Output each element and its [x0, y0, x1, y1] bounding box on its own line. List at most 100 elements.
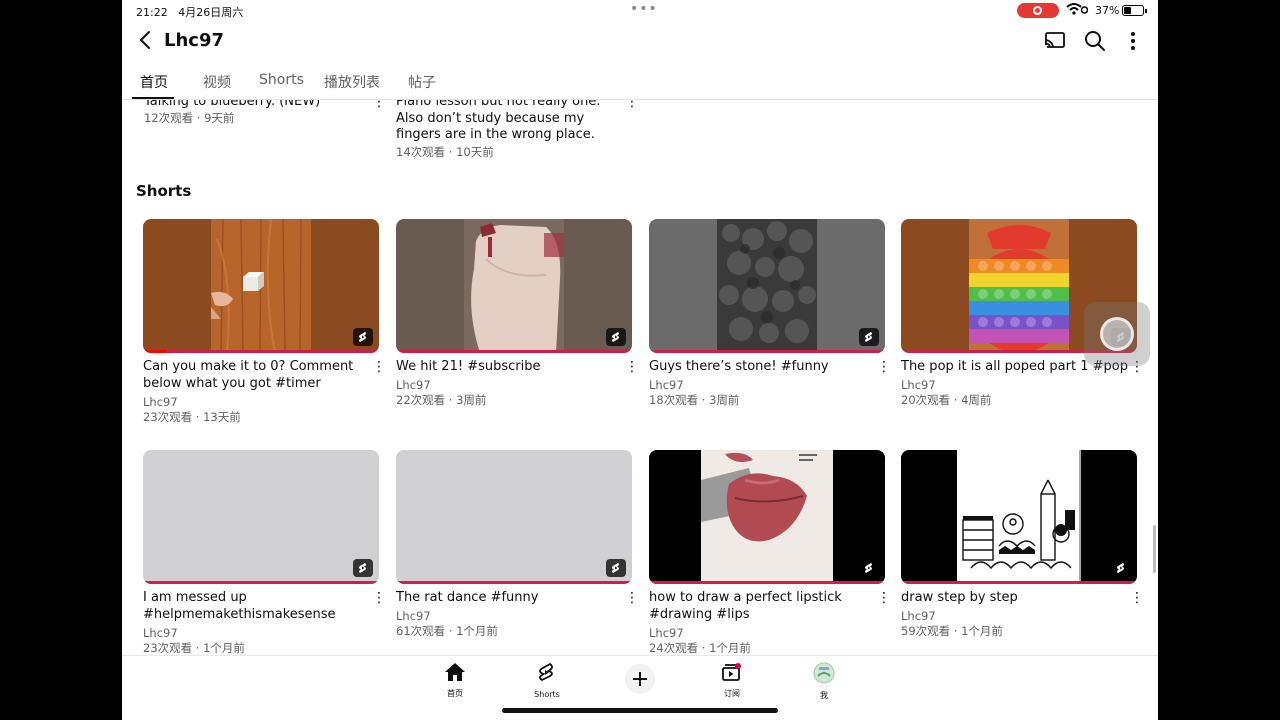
video-title[interactable]: Piano lesson but not really one. Also do…: [396, 100, 600, 144]
channel-header: Lhc97: [122, 22, 1158, 62]
nav-label: 我: [820, 691, 828, 700]
channel-tabs: 首页 视频 Shorts 播放列表 帖子: [122, 62, 1158, 100]
short-title[interactable]: draw step by step: [901, 590, 1018, 607]
thumbnail-image: [717, 219, 817, 353]
watch-progress-bar: [649, 581, 885, 584]
shorts-badge-icon: [859, 328, 879, 346]
title-line: Can you make it to 0? Comment: [143, 359, 354, 374]
watch-progress-bar: [143, 581, 379, 584]
short-more-button[interactable]: ⋮: [625, 590, 639, 606]
short-channel[interactable]: Lhc97: [649, 626, 684, 641]
short-more-button[interactable]: ⋮: [372, 590, 386, 606]
screen-record-icon: [1017, 3, 1059, 18]
short-thumbnail[interactable]: [143, 450, 379, 584]
tab-shorts[interactable]: Shorts: [259, 72, 304, 88]
shorts-badge-icon: [606, 559, 626, 577]
short-thumbnail[interactable]: [649, 219, 885, 353]
title-line: how to draw a perfect lipstick: [649, 590, 842, 605]
short-channel[interactable]: Lhc97: [143, 626, 178, 641]
short-more-button[interactable]: ⋮: [372, 359, 386, 375]
short-title[interactable]: Guys there’s stone! #funny: [649, 359, 829, 376]
status-time-date: 21:22 4月26日周六: [136, 6, 244, 19]
short-title[interactable]: The rat dance #funny: [396, 590, 538, 607]
shorts-badge-icon: [1111, 559, 1131, 577]
nav-label: Shorts: [534, 690, 560, 699]
watch-progress-bar: [396, 350, 632, 353]
short-thumbnail[interactable]: [901, 450, 1137, 584]
home-indicator[interactable]: [502, 708, 778, 713]
short-more-button[interactable]: ⋮: [877, 359, 891, 375]
title-line: #helpmemakethismakesense: [143, 606, 336, 622]
title-line: Also don’t study because my: [396, 110, 585, 126]
video-more-button[interactable]: ⋮: [372, 100, 386, 110]
shorts-badge-icon: [353, 559, 373, 577]
short-channel[interactable]: Lhc97: [143, 395, 178, 410]
nav-item-you[interactable]: 我: [794, 662, 854, 701]
short-title[interactable]: We hit 21! #subscribe: [396, 359, 540, 376]
battery-percent: 37%: [1095, 4, 1120, 17]
page-title: Lhc97: [164, 30, 225, 51]
short-title[interactable]: I am messed up #helpmemakethismakesense: [143, 590, 363, 623]
multitask-dots-icon[interactable]: •••: [630, 1, 658, 17]
shorts-icon: [539, 662, 553, 682]
title-line: fingers are in the wrong place.: [396, 127, 595, 142]
home-icon: [445, 663, 465, 681]
active-tab-indicator: [132, 97, 174, 99]
short-meta: 23次观看 · 13天前: [143, 410, 241, 424]
short-more-button[interactable]: ⋮: [877, 590, 891, 606]
more-vert-icon[interactable]: [1120, 28, 1146, 54]
title-line: Piano lesson but not really one.: [396, 100, 601, 109]
channel-home-feed[interactable]: Talking to blueberry. (NEW) 12次观看 · 9天前 …: [122, 100, 1158, 655]
short-meta: 61次观看 · 1个月前: [396, 624, 498, 638]
short-thumbnail[interactable]: [649, 450, 885, 584]
short-more-button[interactable]: ⋮: [625, 359, 639, 375]
wifi-icon: [1066, 2, 1089, 19]
video-more-button[interactable]: ⋮: [625, 100, 639, 110]
cast-icon[interactable]: [1042, 28, 1068, 54]
short-channel[interactable]: Lhc97: [396, 378, 431, 393]
watch-progress-bar: [143, 350, 379, 353]
thumbnail-image: [464, 219, 564, 353]
watch-progress-bar: [396, 581, 632, 584]
short-meta: 20次观看 · 4周前: [901, 393, 992, 407]
short-channel[interactable]: Lhc97: [396, 609, 431, 624]
shorts-badge-icon: [859, 559, 879, 577]
title-line: below what you got #timer: [143, 375, 321, 391]
app-screen: 21:22 4月26日周六 ••• 37% Lhc97 首页 视频 Shorts…: [122, 0, 1158, 720]
scrollbar-thumb[interactable]: [1153, 525, 1156, 573]
watch-progress-bar: [901, 581, 1137, 584]
shorts-badge-icon: [606, 328, 626, 346]
nav-item-create[interactable]: [610, 664, 670, 694]
short-meta: 59次观看 · 1个月前: [901, 624, 1003, 638]
short-channel[interactable]: Lhc97: [901, 609, 936, 624]
tab-playlists[interactable]: 播放列表: [324, 72, 380, 92]
tab-posts[interactable]: 帖子: [408, 72, 436, 92]
search-icon[interactable]: [1082, 28, 1108, 54]
tab-home[interactable]: 首页: [140, 72, 168, 92]
short-channel[interactable]: Lhc97: [901, 378, 936, 393]
short-title[interactable]: Can you make it to 0? Comment below what …: [143, 359, 363, 392]
tab-videos[interactable]: 视频: [203, 72, 231, 92]
short-channel[interactable]: Lhc97: [649, 378, 684, 393]
assistive-touch-button[interactable]: [1084, 302, 1150, 366]
video-meta: 12次观看 · 9天前: [144, 111, 235, 125]
short-meta: 18次观看 · 3周前: [649, 393, 740, 407]
short-more-button[interactable]: ⋮: [1130, 590, 1144, 606]
nav-item-home[interactable]: 首页: [425, 662, 485, 699]
thumbnail-image: [211, 219, 311, 353]
short-thumbnail[interactable]: [143, 219, 379, 353]
video-title[interactable]: Talking to blueberry. (NEW): [144, 100, 320, 111]
nav-label: 订阅: [724, 689, 740, 698]
watch-progress-fill: [143, 350, 167, 353]
short-thumbnail[interactable]: [396, 450, 632, 584]
shorts-badge-icon: [353, 328, 373, 346]
nav-item-subscriptions[interactable]: 订阅: [702, 662, 762, 699]
short-meta: 23次观看 · 1个月前: [143, 641, 245, 655]
short-title[interactable]: how to draw a perfect lipstick #drawing #…: [649, 590, 869, 623]
assistive-touch-icon: [1100, 317, 1134, 351]
short-meta: 22次观看 · 3周前: [396, 393, 487, 407]
battery-icon: [1122, 5, 1147, 16]
nav-item-shorts[interactable]: Shorts: [517, 662, 577, 699]
short-thumbnail[interactable]: [396, 219, 632, 353]
back-arrow-icon[interactable]: [134, 28, 158, 52]
